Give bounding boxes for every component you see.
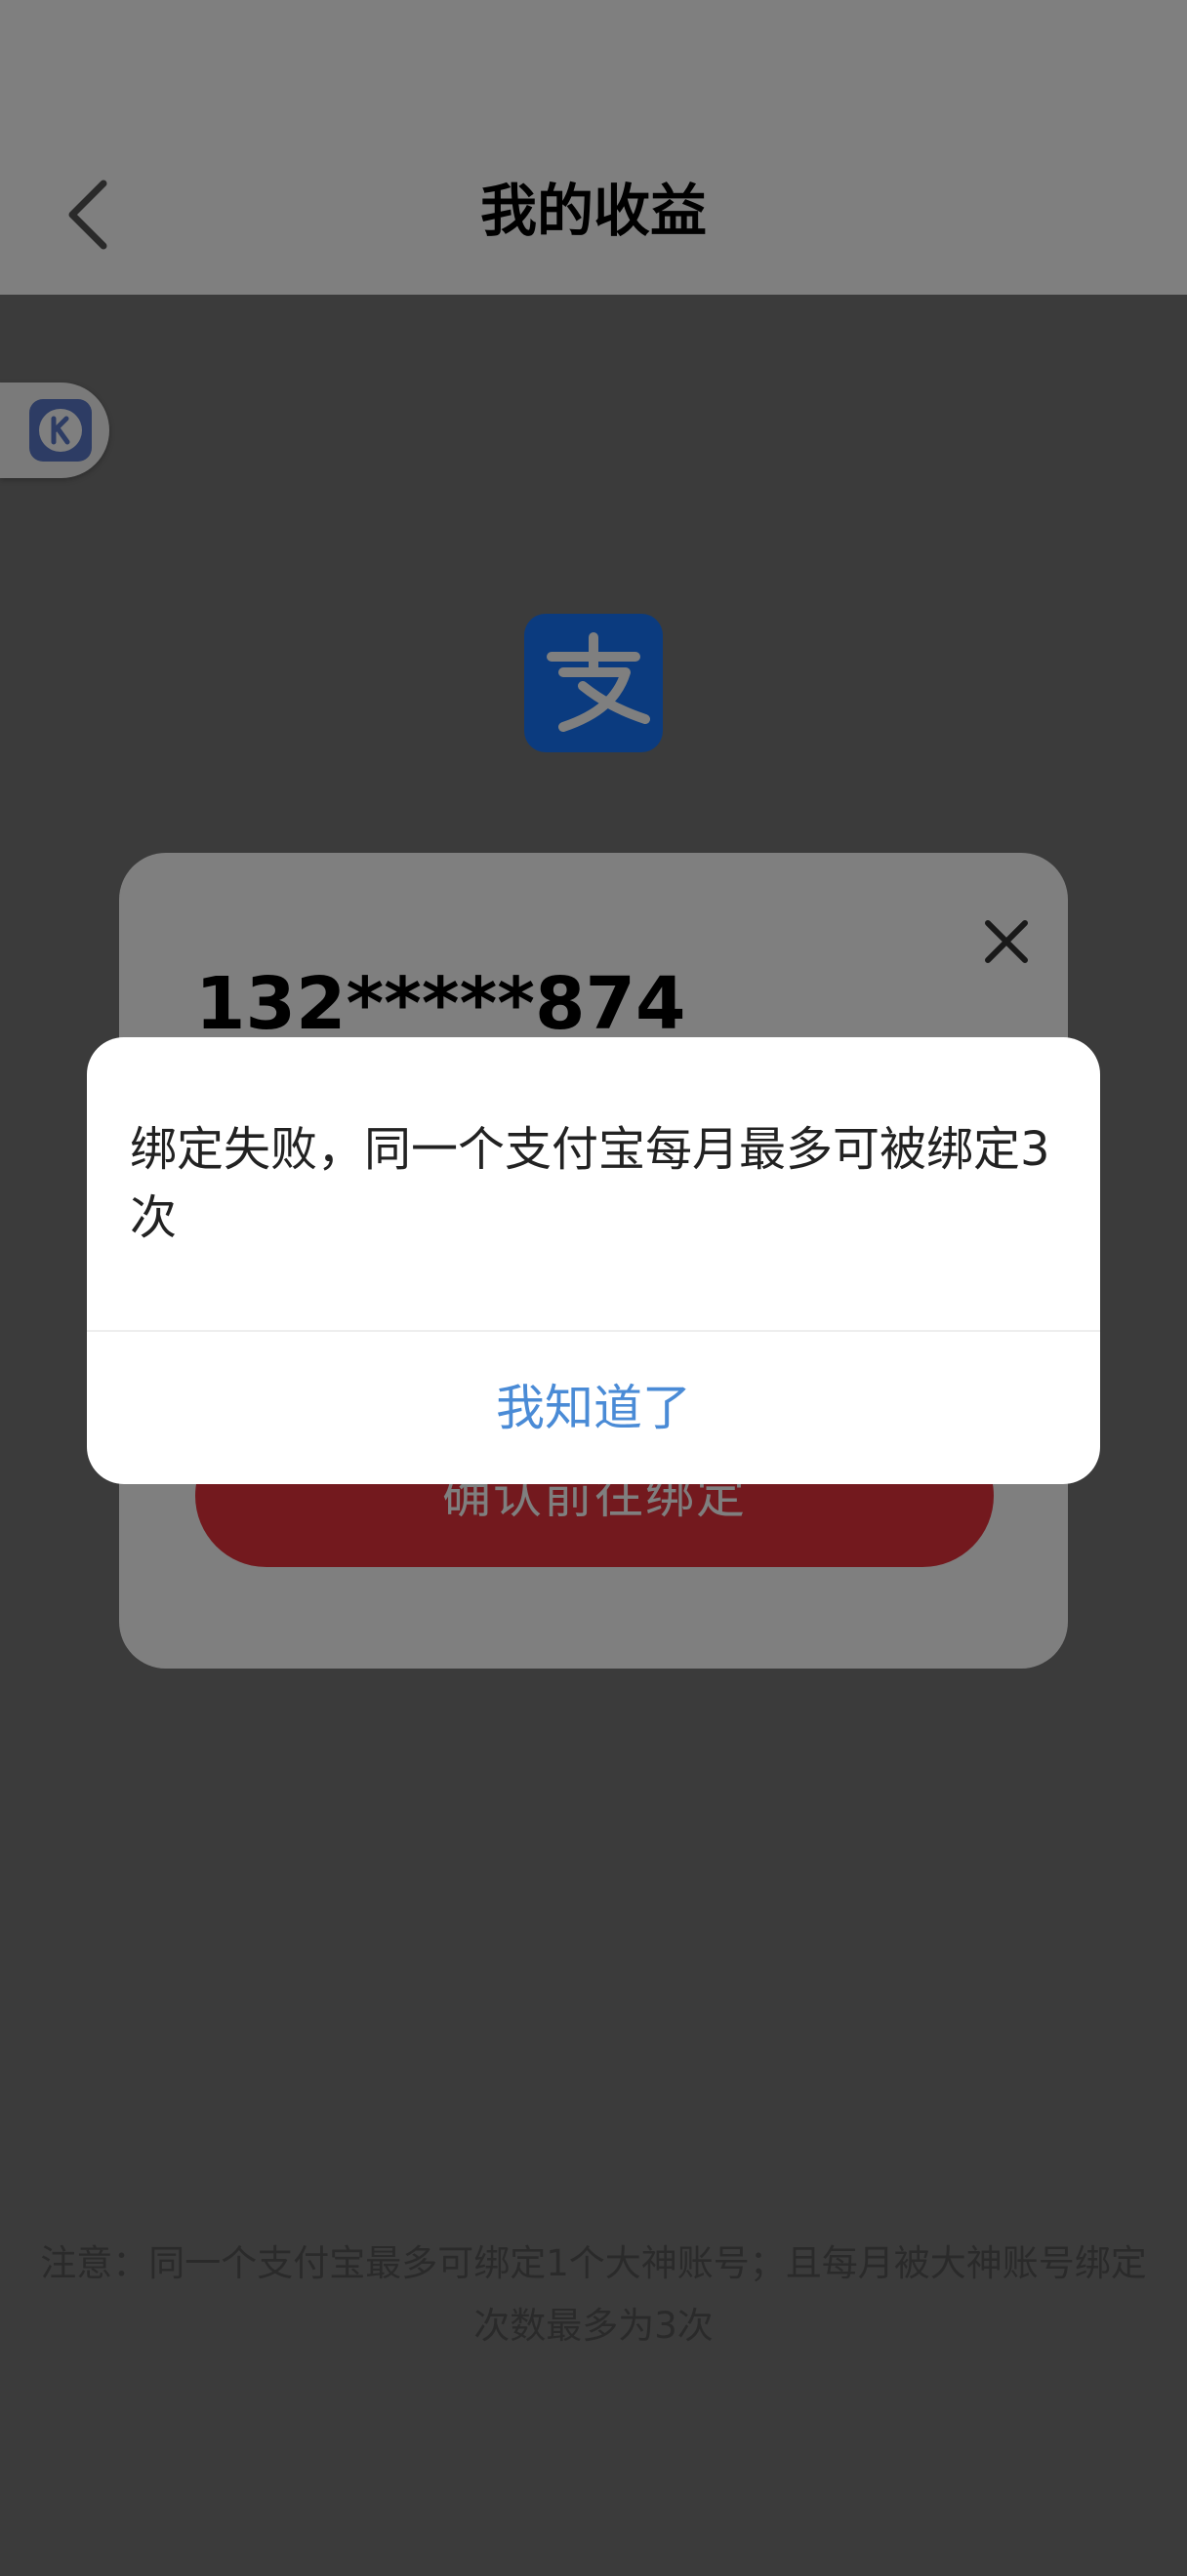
dialog-message: 绑定失败，同一个支付宝每月最多可被绑定3次	[130, 1122, 1050, 1245]
alert-dialog: 绑定失败，同一个支付宝每月最多可被绑定3次 我知道了	[87, 1037, 1100, 1484]
acknowledge-button[interactable]: 我知道了	[87, 1332, 1100, 1484]
screen: 我的收益 132*****874 确认前往绑定 注意：同一个支付宝最多可绑定1个…	[0, 0, 1187, 2576]
modal-overlay-top	[0, 0, 1187, 295]
